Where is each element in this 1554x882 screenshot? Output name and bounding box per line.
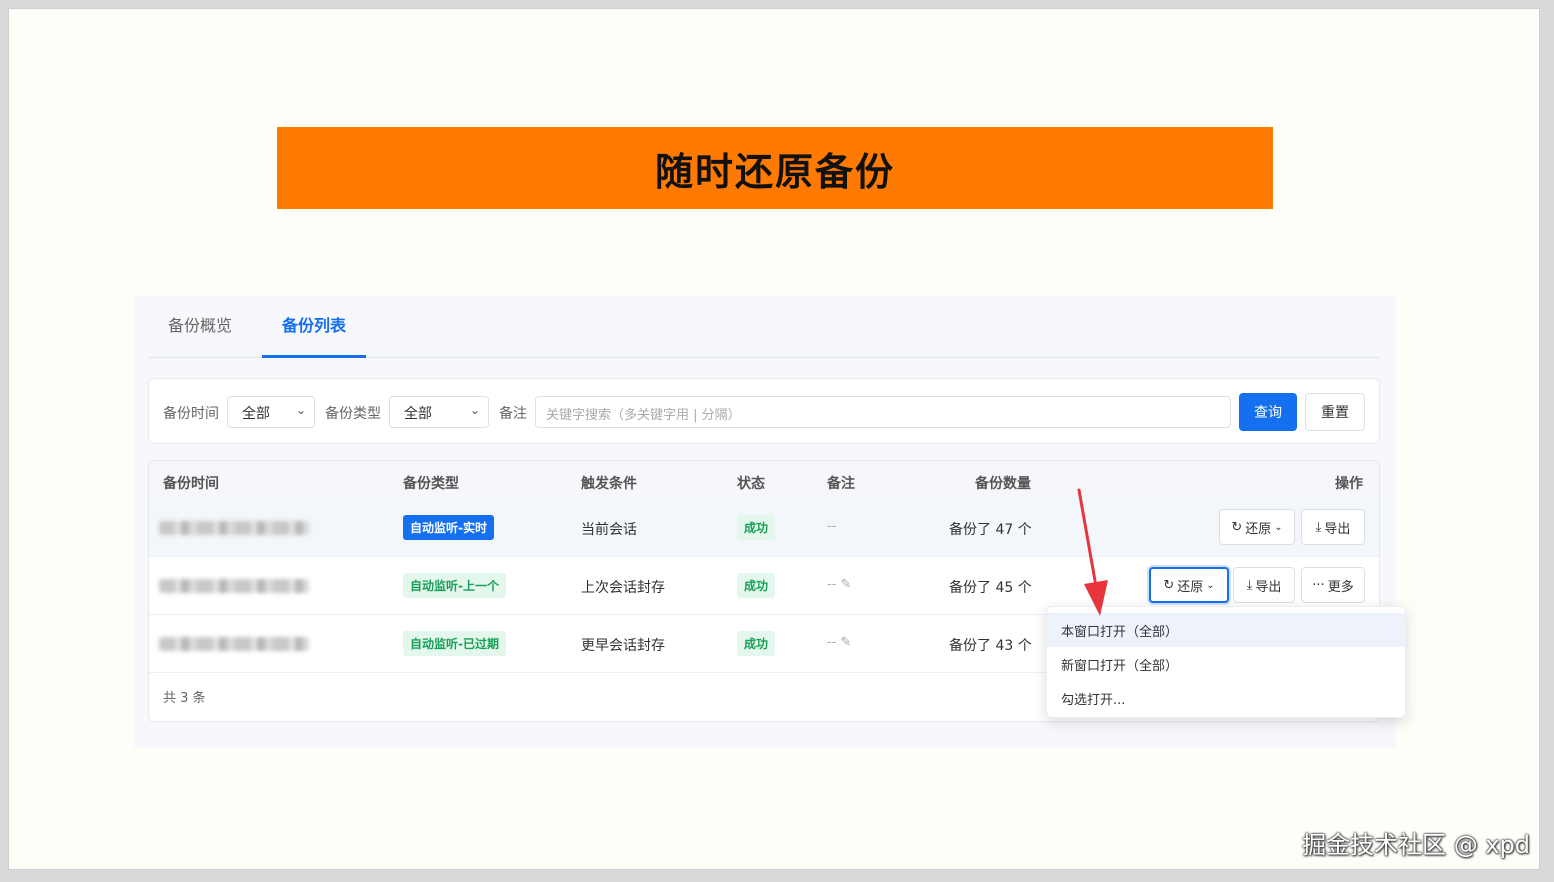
note-cell: -- (827, 519, 837, 534)
redacted-time (159, 637, 309, 651)
chevron-down-icon: ⌄ (1206, 579, 1215, 591)
menu-item-open-new-window[interactable]: 新窗口打开（全部） (1047, 647, 1405, 681)
restore-icon: ↻ (1231, 519, 1243, 535)
header-trigger: 触发条件 (581, 476, 637, 492)
export-button[interactable]: ⤓ 导出 (1233, 567, 1295, 603)
note-cell: -- ✎ (827, 635, 851, 650)
filter-bar: 备份时间 全部 ⌄ 备份类型 全部 ⌄ 备注 关键字搜索（多关键字用 | 分隔）… (148, 378, 1380, 444)
note-text: -- (827, 635, 837, 650)
more-label: 更多 (1327, 579, 1354, 595)
reset-button[interactable]: 重置 (1305, 393, 1365, 431)
header-count: 备份数量 (975, 476, 1031, 492)
menu-item-open-current-window[interactable]: 本窗口打开（全部） (1047, 613, 1405, 647)
restore-label: 还原 (1177, 579, 1204, 595)
count-cell: 备份了 47 个 (949, 522, 1032, 538)
time-filter-value: 全部 (242, 406, 270, 422)
type-tag: 自动监听-上一个 (403, 573, 506, 598)
redacted-time (159, 521, 309, 535)
type-tag: 自动监听-已过期 (403, 631, 506, 656)
tab-bar: 备份概览 备份列表 (148, 296, 1380, 358)
chevron-down-icon: ⌄ (1274, 521, 1283, 533)
count-cell: 备份了 45 个 (949, 580, 1032, 596)
more-button[interactable]: ··· 更多 (1301, 567, 1365, 603)
type-filter-select[interactable]: 全部 ⌄ (389, 396, 489, 428)
type-filter-label: 备份类型 (325, 406, 381, 422)
table-row[interactable]: 自动监听-实时 当前会话 成功 -- 备份了 47 个 ↻ 还原 ⌄ ⤓ 导出 (149, 499, 1379, 557)
note-text: -- (827, 577, 837, 592)
type-filter-value: 全部 (404, 406, 432, 422)
header-status: 状态 (737, 476, 765, 492)
export-label: 导出 (1324, 521, 1351, 537)
edit-pencil-icon[interactable]: ✎ (841, 577, 852, 592)
restore-button[interactable]: ↻ 还原 ⌄ (1149, 567, 1229, 603)
redacted-time (159, 579, 309, 593)
note-filter-label: 备注 (499, 406, 527, 422)
restore-button[interactable]: ↻ 还原 ⌄ (1219, 509, 1295, 545)
restore-dropdown-menu: 本窗口打开（全部） 新窗口打开（全部） 勾选打开... (1046, 606, 1406, 718)
restore-label: 还原 (1245, 521, 1272, 537)
title-banner: 随时还原备份 (277, 127, 1273, 209)
count-cell: 备份了 43 个 (949, 638, 1032, 654)
header-backup-type: 备份类型 (403, 476, 459, 492)
watermark: 掘金技术社区 @ xpd (1302, 831, 1530, 859)
trigger-cell: 更早会话封存 (581, 638, 665, 654)
more-icon: ··· (1312, 577, 1325, 593)
slide-title: 随时还原备份 (654, 149, 895, 194)
header-backup-time: 备份时间 (163, 476, 219, 492)
header-note: 备注 (827, 476, 855, 492)
time-filter-label: 备份时间 (163, 406, 219, 422)
status-badge: 成功 (737, 631, 776, 656)
status-badge: 成功 (737, 515, 776, 540)
download-icon: ⤓ (1315, 519, 1322, 535)
note-search-placeholder: 关键字搜索（多关键字用 | 分隔） (546, 408, 741, 423)
header-actions: 操作 (1335, 476, 1363, 492)
menu-item-select-open[interactable]: 勾选打开... (1047, 681, 1405, 715)
restore-icon: ↻ (1163, 577, 1175, 593)
export-label: 导出 (1255, 579, 1282, 595)
status-badge: 成功 (737, 573, 776, 598)
type-tag: 自动监听-实时 (403, 515, 494, 540)
query-button[interactable]: 查询 (1239, 393, 1297, 431)
trigger-cell: 当前会话 (581, 522, 637, 538)
chevron-down-icon: ⌄ (469, 403, 480, 417)
trigger-cell: 上次会话封存 (581, 580, 665, 596)
note-search-input[interactable]: 关键字搜索（多关键字用 | 分隔） (535, 396, 1231, 428)
time-filter-select[interactable]: 全部 ⌄ (227, 396, 315, 428)
tab-backup-overview[interactable]: 备份概览 (148, 312, 252, 358)
chevron-down-icon: ⌄ (295, 403, 306, 417)
download-icon: ⤓ (1246, 577, 1253, 593)
table-header: 备份时间 备份类型 触发条件 状态 备注 备份数量 操作 (149, 461, 1379, 499)
total-count: 共 3 条 (163, 691, 206, 706)
tab-backup-list[interactable]: 备份列表 (262, 312, 367, 358)
note-cell: -- ✎ (827, 577, 851, 592)
export-button[interactable]: ⤓ 导出 (1301, 509, 1365, 545)
edit-pencil-icon[interactable]: ✎ (841, 635, 852, 650)
